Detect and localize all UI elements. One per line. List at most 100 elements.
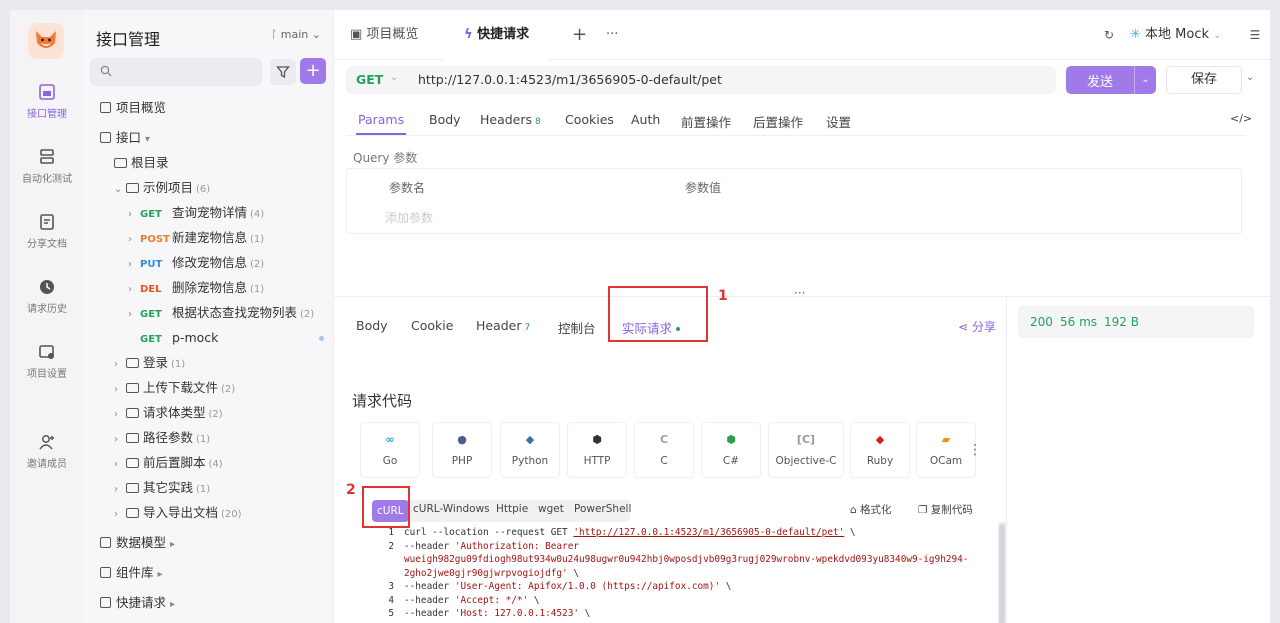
overview-icon <box>100 102 111 113</box>
more-languages-button[interactable]: ⋮ <box>968 442 982 458</box>
tab-cookies[interactable]: Cookies <box>565 112 614 127</box>
tree-label: 接口 <box>116 130 142 145</box>
url-input[interactable]: http://127.0.0.1:4523/m1/3656905-0-defau… <box>418 72 722 87</box>
tab-response-header[interactable]: Header 7 <box>476 318 530 333</box>
tree-section-quick[interactable]: 快捷请求 ▸ <box>84 591 334 615</box>
tab-body[interactable]: Body <box>429 112 461 127</box>
tree-endpoint[interactable]: › DEL 删除宠物信息 (1) <box>84 276 334 300</box>
environment-selector[interactable]: ✳ 本地 Mock ⌄ <box>1130 22 1222 48</box>
code-view-icon[interactable]: </> <box>1230 112 1252 125</box>
tab-post-operations[interactable]: 后置操作 <box>753 112 803 131</box>
add-param-input[interactable]: 添加参数 <box>385 209 433 226</box>
tab-project-overview[interactable]: ▣ 项目概览 <box>350 10 418 60</box>
drag-handle-icon[interactable]: ··· <box>794 286 805 300</box>
tree-endpoint[interactable]: › POST 新建宠物信息 (1) <box>84 226 334 250</box>
tree-label: 根据状态查找宠物列表 <box>172 305 298 320</box>
lang-http[interactable]: ⬢ HTTP <box>567 422 627 478</box>
tree-item-overview[interactable]: 项目概览 <box>84 96 334 120</box>
tree-label: 删除宠物信息 <box>172 280 248 295</box>
tab-headers[interactable]: Headers 8 <box>480 112 541 127</box>
tree-folder[interactable]: › 其它实践 (1) <box>84 476 334 500</box>
tab-response-body[interactable]: Body <box>356 318 388 333</box>
lang-python[interactable]: ◆ Python <box>500 422 560 478</box>
send-button[interactable]: 发送 ⌄ <box>1066 66 1156 94</box>
tree-folder-example[interactable]: ⌄ 示例项目 (6) <box>84 176 334 200</box>
code-line: wueigh982gu09fdiogh98ut934w0u24u98ugwr0u… <box>370 553 990 567</box>
tab-httpie[interactable]: Httpie <box>496 503 528 515</box>
lang-label: Go <box>382 455 398 467</box>
rail-history[interactable]: 请求历史 <box>10 277 84 315</box>
share-button[interactable]: ⋖ 分享 <box>958 318 996 335</box>
tree-section-api[interactable]: 接口 ▾ <box>84 126 334 150</box>
tree-endpoint[interactable]: › GET 查询宠物详情 (4) <box>84 201 334 225</box>
add-button[interactable]: + <box>300 58 326 84</box>
scrollbar-thumb[interactable] <box>999 524 1005 623</box>
branch-selector[interactable]: ᛚ main ⌄ <box>271 28 321 41</box>
rail-share-docs[interactable]: 分享文档 <box>10 212 84 250</box>
method-select[interactable]: GET <box>356 72 383 87</box>
ocaml-icon: ▰ <box>941 433 951 446</box>
code-text: --header <box>404 594 455 606</box>
format-button[interactable]: ⌂ 格式化 <box>850 502 892 517</box>
tree-folder[interactable]: › 登录 (1) <box>84 351 334 375</box>
rail-automation[interactable]: 自动化测试 <box>10 147 84 185</box>
lang-ocaml[interactable]: ▰ OCam <box>916 422 976 478</box>
tab-params[interactable]: Params <box>358 112 404 127</box>
lang-csharp[interactable]: ⬢ C# <box>701 422 761 478</box>
lang-ruby[interactable]: ◆ Ruby <box>850 422 910 478</box>
tree-folder[interactable]: › 导入导出文档 (20) <box>84 501 334 525</box>
rail-label: 邀请成员 <box>27 459 67 470</box>
tab-auth[interactable]: Auth <box>631 112 660 127</box>
tab-curl-windows[interactable]: cURL-Windows <box>413 503 490 515</box>
tab-console[interactable]: 控制台 <box>558 318 596 337</box>
lang-go[interactable]: ∞ Go <box>360 422 420 478</box>
rail-label: 请求历史 <box>27 304 67 315</box>
tree-folder[interactable]: › 路径参数 (1) <box>84 426 334 450</box>
lang-c[interactable]: CC <box>634 422 694 478</box>
tree-endpoint-pmock[interactable]: GET p-mock <box>84 326 334 350</box>
tree-count: (2) <box>208 409 223 420</box>
tree-folder[interactable]: › 请求体类型 (2) <box>84 401 334 425</box>
new-tab-button[interactable]: + <box>572 10 587 60</box>
tab-more-button[interactable]: ··· <box>606 10 618 60</box>
tree-count: (2) <box>300 309 315 320</box>
lang-objective-c[interactable]: [C] Objective-C <box>768 422 844 478</box>
copy-code-button[interactable]: ❐ 复制代码 <box>918 502 973 517</box>
url-bar[interactable]: GET ⌄ http://127.0.0.1:4523/m1/3656905-0… <box>346 66 1056 94</box>
tree-count: (1) <box>250 284 265 295</box>
tree-endpoint[interactable]: › GET 根据状态查找宠物列表 (2) <box>84 301 334 325</box>
lang-php[interactable]: ● PHP <box>432 422 492 478</box>
rail-invite[interactable]: 邀请成员 <box>10 432 84 470</box>
menu-button[interactable]: ☰ <box>1242 22 1268 48</box>
tree-section-components[interactable]: 组件库 ▸ <box>84 561 334 585</box>
chevron-down-icon[interactable]: ⌄ <box>1134 66 1156 94</box>
tab-pre-operations[interactable]: 前置操作 <box>681 112 731 131</box>
tree-endpoint[interactable]: › PUT 修改宠物信息 (2) <box>84 251 334 275</box>
rail-api-management[interactable]: 接口管理 <box>10 82 84 120</box>
method-badge: DEL <box>140 284 162 295</box>
tree-section-models[interactable]: 数据模型 ▸ <box>84 531 334 555</box>
app-logo[interactable] <box>28 23 64 59</box>
tab-wget[interactable]: wget <box>538 503 564 515</box>
tree-folder-root[interactable]: 根目录 <box>84 151 334 175</box>
fox-logo-icon <box>36 31 56 48</box>
tree-label: 查询宠物详情 <box>172 205 248 220</box>
save-button[interactable]: 保存 <box>1166 66 1242 94</box>
tab-powershell[interactable]: PowerShell <box>574 503 631 515</box>
lang-label: OCam <box>929 455 963 467</box>
code-block[interactable]: 1 curl --location --request GET 'http://1… <box>370 522 990 623</box>
chevron-right-icon: › <box>128 309 132 320</box>
filter-button[interactable] <box>270 59 296 85</box>
method-badge: GET <box>140 209 162 220</box>
tab-settings[interactable]: 设置 <box>826 112 851 131</box>
code-scrollbar[interactable] <box>998 522 1006 623</box>
tab-quick-request[interactable]: ϟ 快捷请求 <box>464 10 529 60</box>
tree-label: p-mock <box>172 330 219 345</box>
refresh-button[interactable]: ↻ <box>1096 22 1122 48</box>
tree-folder[interactable]: › 前后置脚本 (4) <box>84 451 334 475</box>
search-input[interactable] <box>90 58 262 86</box>
tree-folder[interactable]: › 上传下载文件 (2) <box>84 376 334 400</box>
tab-response-cookie[interactable]: Cookie <box>411 318 453 333</box>
save-dropdown-icon[interactable]: ⌄ <box>1246 72 1254 83</box>
rail-project-settings[interactable]: 项目设置 <box>10 342 84 380</box>
